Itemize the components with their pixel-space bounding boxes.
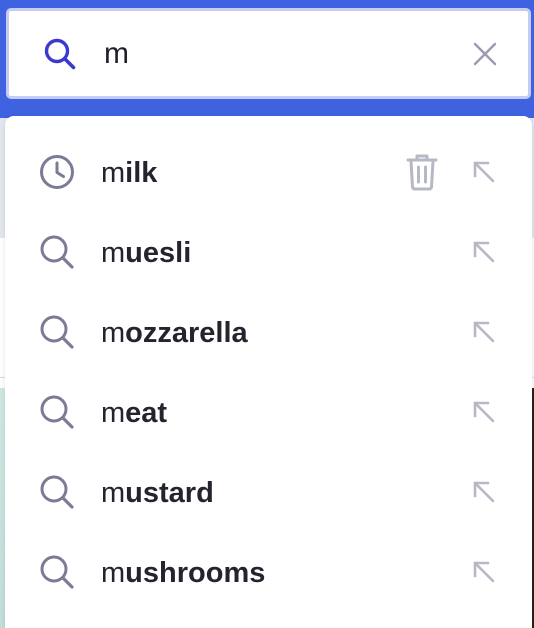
arrow-up-left-icon [473,321,495,343]
suggestion-label: muesli [101,233,191,273]
fill-query-button[interactable] [467,315,501,349]
search-input[interactable] [104,29,444,79]
suggestion-label: mushrooms [101,553,265,593]
suggestion-completion-text: uesli [125,237,192,269]
search-box[interactable] [6,8,531,99]
arrow-up-left-icon [473,481,495,503]
suggestion-item-history[interactable]: milk [5,133,532,213]
arrow-up-left-icon [473,241,495,263]
suggestions-dropdown: milk muesli mozzarella meat mustard mush… [5,116,532,628]
fill-query-button[interactable] [467,235,501,269]
suggestion-label: mustard [101,473,214,513]
search-icon [40,555,74,589]
suggestion-typed-text: m [101,237,126,269]
clock-icon [40,155,74,189]
suggestion-completion-text: ustard [125,477,214,509]
search-icon [40,235,74,269]
suggestion-label: meat [101,393,167,433]
delete-history-button[interactable] [403,151,441,193]
search-icon [40,315,74,349]
suggestion-completion-text: ozzarella [125,317,248,349]
close-icon [473,42,497,66]
suggestion-typed-text: m [101,397,126,429]
suggestion-typed-text: m [101,317,126,349]
suggestion-item[interactable]: mozzarella [5,293,532,373]
suggestion-typed-text: m [101,157,126,189]
arrow-up-left-icon [473,561,495,583]
fill-query-button[interactable] [467,155,501,189]
arrow-up-left-icon [473,161,495,183]
suggestion-item[interactable]: muesli [5,213,532,293]
suggestion-completion-text: ilk [125,157,158,189]
clear-search-button[interactable] [470,39,500,69]
suggestion-typed-text: m [101,477,126,509]
suggestion-label: milk [101,153,157,193]
fill-query-button[interactable] [467,475,501,509]
suggestion-typed-text: m [101,557,126,589]
suggestion-item[interactable]: mushrooms [5,533,532,613]
suggestion-completion-text: ushrooms [125,557,266,589]
search-icon [40,395,74,429]
search-icon [44,38,76,70]
fill-query-button[interactable] [467,395,501,429]
fill-query-button[interactable] [467,555,501,589]
suggestion-completion-text: eat [125,397,168,429]
arrow-up-left-icon [473,401,495,423]
suggestion-item[interactable]: meat [5,373,532,453]
trash-icon [406,154,438,191]
suggestion-label: mozzarella [101,313,248,353]
search-icon [40,475,74,509]
suggestion-item[interactable]: mustard [5,453,532,533]
